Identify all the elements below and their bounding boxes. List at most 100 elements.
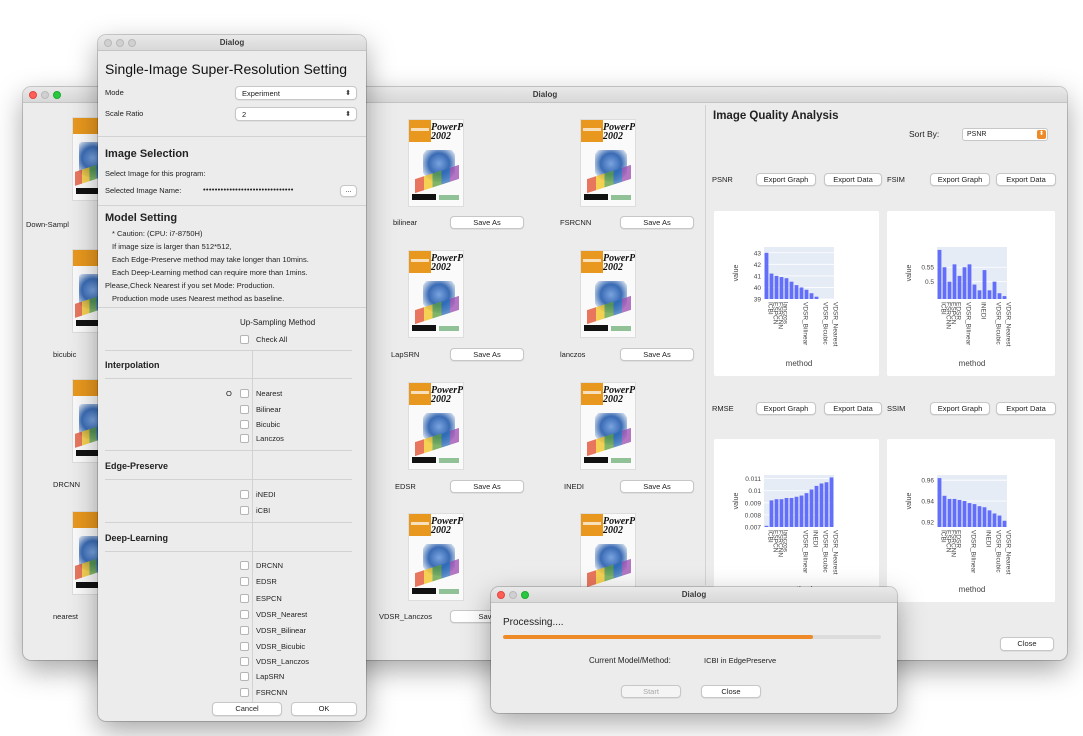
save-as-button[interactable]: Save As	[620, 480, 694, 493]
chevron-up-down-icon: ⬍	[345, 90, 351, 97]
x-tick-label: INEDI	[980, 302, 987, 320]
x-tick-label: VDSR_Bicubic	[995, 530, 1002, 573]
bar	[814, 296, 819, 299]
y-tick-label: 0.01	[748, 488, 761, 495]
lapsrn-checkbox[interactable]	[240, 672, 249, 681]
upsampling-method-header: Up-Sampling Method	[240, 318, 316, 327]
nearest-checkbox[interactable]	[240, 389, 249, 398]
save-as-button[interactable]: Save As	[620, 216, 694, 229]
export-graph-button[interactable]: Export Graph	[930, 402, 990, 415]
vdsr-nearest-checkbox[interactable]	[240, 610, 249, 619]
rmse-label: RMSE	[712, 404, 734, 413]
model-note: Each Deep-Learning method can require mo…	[112, 268, 308, 277]
close-button[interactable]: Close	[701, 685, 761, 698]
image-label: EDSR	[395, 482, 416, 491]
bar	[972, 284, 977, 299]
close-window-icon[interactable]	[29, 91, 37, 99]
divider	[105, 378, 352, 379]
bicubic-checkbox[interactable]	[240, 420, 249, 429]
bar	[997, 293, 1002, 299]
bar	[804, 289, 809, 299]
browse-button[interactable]: ...	[340, 185, 357, 197]
minimize-window-icon[interactable]	[116, 39, 124, 47]
image-label: FSRCNN	[560, 218, 592, 227]
bar	[937, 249, 942, 299]
save-as-button[interactable]: Save As	[450, 348, 524, 361]
export-data-button[interactable]: Export Data	[824, 402, 882, 415]
minimize-window-icon[interactable]	[509, 591, 517, 599]
bilinear-checkbox[interactable]	[240, 405, 249, 414]
export-graph-button[interactable]: Export Graph	[756, 173, 816, 186]
close-button[interactable]: Close	[1000, 637, 1054, 651]
x-tick-label: VDSR_Nearest	[832, 530, 839, 575]
close-window-icon[interactable]	[497, 591, 505, 599]
vdsr-bilinear-label: VDSR_Bilinear	[256, 626, 307, 635]
progress-dialog-title: Dialog	[681, 590, 707, 599]
drcnn-label: DRCNN	[256, 561, 284, 570]
bar	[799, 287, 804, 299]
x-axis-label: method	[959, 585, 986, 594]
drcnn-checkbox[interactable]	[240, 561, 249, 570]
bar	[789, 281, 794, 299]
image-label: bilinear	[393, 218, 418, 227]
image-label: lanczos	[560, 350, 586, 359]
fsrcnn-checkbox[interactable]	[240, 688, 249, 697]
zoom-window-icon[interactable]	[53, 91, 61, 99]
image-label: bicubic	[53, 350, 77, 359]
start-button[interactable]: Start	[621, 685, 681, 698]
espcn-checkbox[interactable]	[240, 594, 249, 603]
bar	[962, 501, 967, 527]
image-label: INEDI	[564, 482, 585, 491]
model-note: If image size is larger than 512*512,	[112, 242, 232, 251]
model-note: Please,Check Nearest if you set Mode: Pr…	[105, 281, 275, 290]
save-as-button[interactable]: Save As	[450, 480, 524, 493]
fsim-chart-panel: 0.5 0.55 ICBI FSRCNN ESPCN EDSR VDSR_Bilinear I…	[887, 211, 1055, 376]
export-data-button[interactable]: Export Data	[824, 173, 882, 186]
divider	[105, 479, 352, 480]
lanczos-checkbox[interactable]	[240, 434, 249, 443]
close-window-icon[interactable]	[104, 39, 112, 47]
thumbnail-image: PowerPoint2002	[580, 119, 636, 207]
export-data-button[interactable]: Export Data	[996, 173, 1056, 186]
plot-area	[764, 475, 834, 527]
minimize-window-icon[interactable]	[41, 91, 49, 99]
bar	[769, 273, 774, 299]
vdsr-bilinear-checkbox[interactable]	[240, 626, 249, 635]
y-tick-label: 0.5	[925, 279, 934, 286]
x-tick-label: EDSR	[955, 530, 962, 548]
bar	[1002, 520, 1007, 527]
y-tick-label: 0.011	[745, 476, 761, 483]
x-tick-label: INEDI	[985, 530, 992, 548]
bar	[809, 293, 814, 299]
model-note: * Caution: (CPU: i7-8750H)	[112, 229, 203, 238]
cancel-button[interactable]: Cancel	[212, 702, 282, 716]
y-tick-label: 41	[754, 273, 762, 280]
bar	[942, 267, 947, 299]
export-graph-button[interactable]: Export Graph	[756, 402, 816, 415]
zoom-window-icon[interactable]	[128, 39, 136, 47]
panel-divider	[705, 105, 706, 585]
bar	[957, 275, 962, 299]
vdsr-bicubic-checkbox[interactable]	[240, 642, 249, 651]
mode-select[interactable]: Experiment ⬍	[235, 86, 357, 100]
bar	[967, 503, 972, 527]
vdsr-lanczos-checkbox[interactable]	[240, 657, 249, 666]
zoom-window-icon[interactable]	[521, 591, 529, 599]
save-as-button[interactable]: Save As	[620, 348, 694, 361]
x-tick-label: VDSR_Nearest	[1005, 530, 1012, 575]
icbi-checkbox[interactable]	[240, 506, 249, 515]
save-as-button[interactable]: Save As	[450, 216, 524, 229]
sort-by-value: PSNR	[967, 131, 987, 138]
bar	[942, 495, 947, 527]
export-data-button[interactable]: Export Data	[996, 402, 1056, 415]
y-tick-label: 39	[754, 297, 762, 304]
sort-by-select[interactable]: PSNR ⬍	[962, 128, 1048, 141]
main-window-title: Dialog	[532, 90, 558, 99]
bar	[967, 264, 972, 299]
ok-button[interactable]: OK	[291, 702, 357, 716]
export-graph-button[interactable]: Export Graph	[930, 173, 990, 186]
check-all-checkbox[interactable]	[240, 335, 249, 344]
inedi-checkbox[interactable]	[240, 490, 249, 499]
edsr-checkbox[interactable]	[240, 577, 249, 586]
scale-ratio-select[interactable]: 2 ⬍	[235, 107, 357, 121]
